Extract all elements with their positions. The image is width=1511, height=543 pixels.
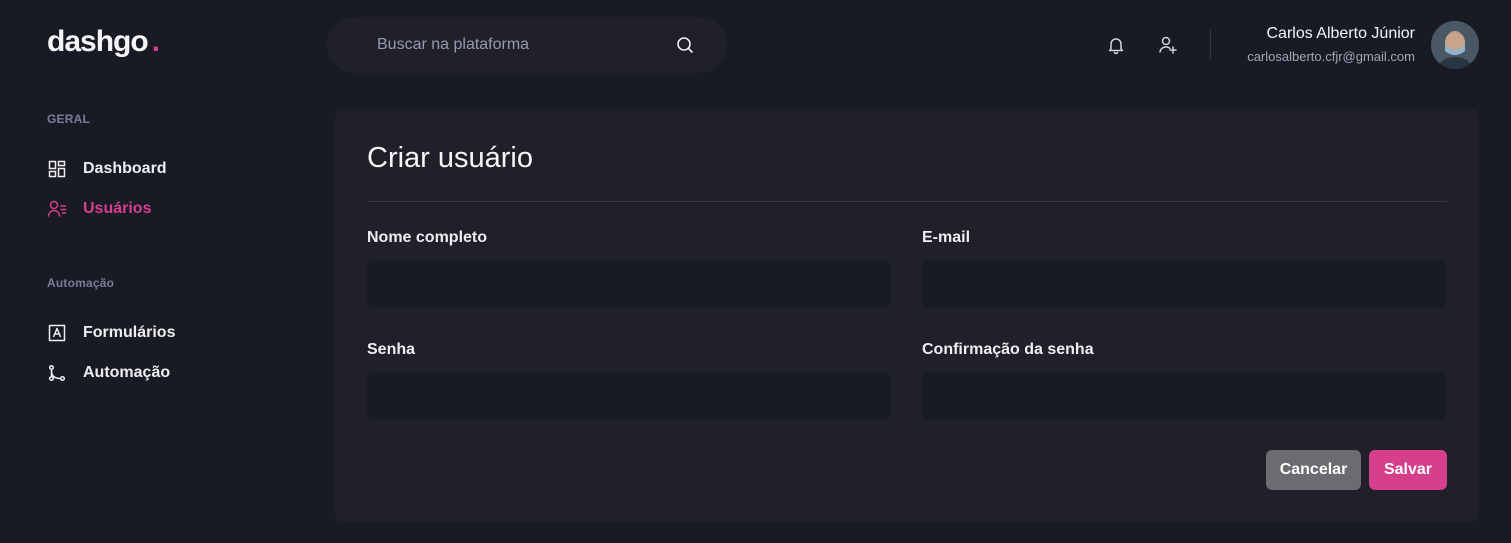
sidebar-item-label: Automação <box>83 364 171 381</box>
profile-email: carlosalberto.cfjr@gmail.com <box>1247 49 1415 64</box>
full-name-input[interactable] <box>367 260 891 308</box>
search-bar[interactable] <box>327 17 727 73</box>
sidebar-item-label: Formulários <box>83 324 176 341</box>
save-button[interactable]: Salvar <box>1369 450 1447 490</box>
sidebar-item-label: Usuários <box>83 200 152 217</box>
sidebar-section-title: Automação <box>47 276 115 290</box>
sidebar-item-automacao[interactable]: Automação <box>47 363 175 383</box>
create-user-card: Criar usuário Nome completo E-mail Senha… <box>335 109 1479 522</box>
sidebar-item-usuarios[interactable]: Usuários <box>47 199 167 219</box>
profile-name: Carlos Alberto Júnior <box>1266 25 1415 42</box>
sidebar-section-geral: GERAL Dashboard Usuários <box>47 112 167 219</box>
password-field: Senha <box>367 340 891 420</box>
users-icon <box>47 199 67 219</box>
email-label: E-mail <box>922 229 971 246</box>
search-input[interactable] <box>375 35 675 55</box>
sidebar-item-formularios[interactable]: Formulários <box>47 323 175 343</box>
avatar[interactable] <box>1431 21 1479 69</box>
logo[interactable]: dashgo. <box>47 25 160 59</box>
cancel-button[interactable]: Cancelar <box>1266 450 1361 490</box>
password-confirmation-field: Confirmação da senha <box>922 340 1446 420</box>
email-field: E-mail <box>922 228 1446 308</box>
search-icon[interactable] <box>675 35 695 55</box>
dashboard-grid-icon <box>47 159 67 179</box>
page-title: Criar usuário <box>367 142 533 174</box>
sidebar-item-dashboard[interactable]: Dashboard <box>47 159 167 179</box>
git-branch-icon <box>47 363 67 383</box>
password-label: Senha <box>367 341 416 358</box>
sidebar-section-title: GERAL <box>47 112 90 126</box>
full-name-field: Nome completo <box>367 228 891 308</box>
header-actions <box>1104 33 1180 57</box>
password-input[interactable] <box>367 372 891 420</box>
logo-dot: . <box>151 25 160 58</box>
sidebar-item-label: Dashboard <box>83 160 167 177</box>
sidebar-section-automacao: Automação Formulários Automação <box>47 276 175 383</box>
full-name-label: Nome completo <box>367 229 488 246</box>
password-confirmation-input[interactable] <box>922 372 1446 420</box>
card-divider <box>367 201 1447 202</box>
user-add-icon[interactable] <box>1156 33 1180 57</box>
bell-icon[interactable] <box>1104 33 1128 57</box>
profile-info[interactable]: Carlos Alberto Júnior carlosalberto.cfjr… <box>1247 24 1415 65</box>
logo-text: dashgo <box>47 25 149 58</box>
email-input[interactable] <box>922 260 1446 308</box>
form-icon <box>47 323 67 343</box>
header-divider <box>1210 30 1211 59</box>
password-confirmation-label: Confirmação da senha <box>922 341 1094 358</box>
